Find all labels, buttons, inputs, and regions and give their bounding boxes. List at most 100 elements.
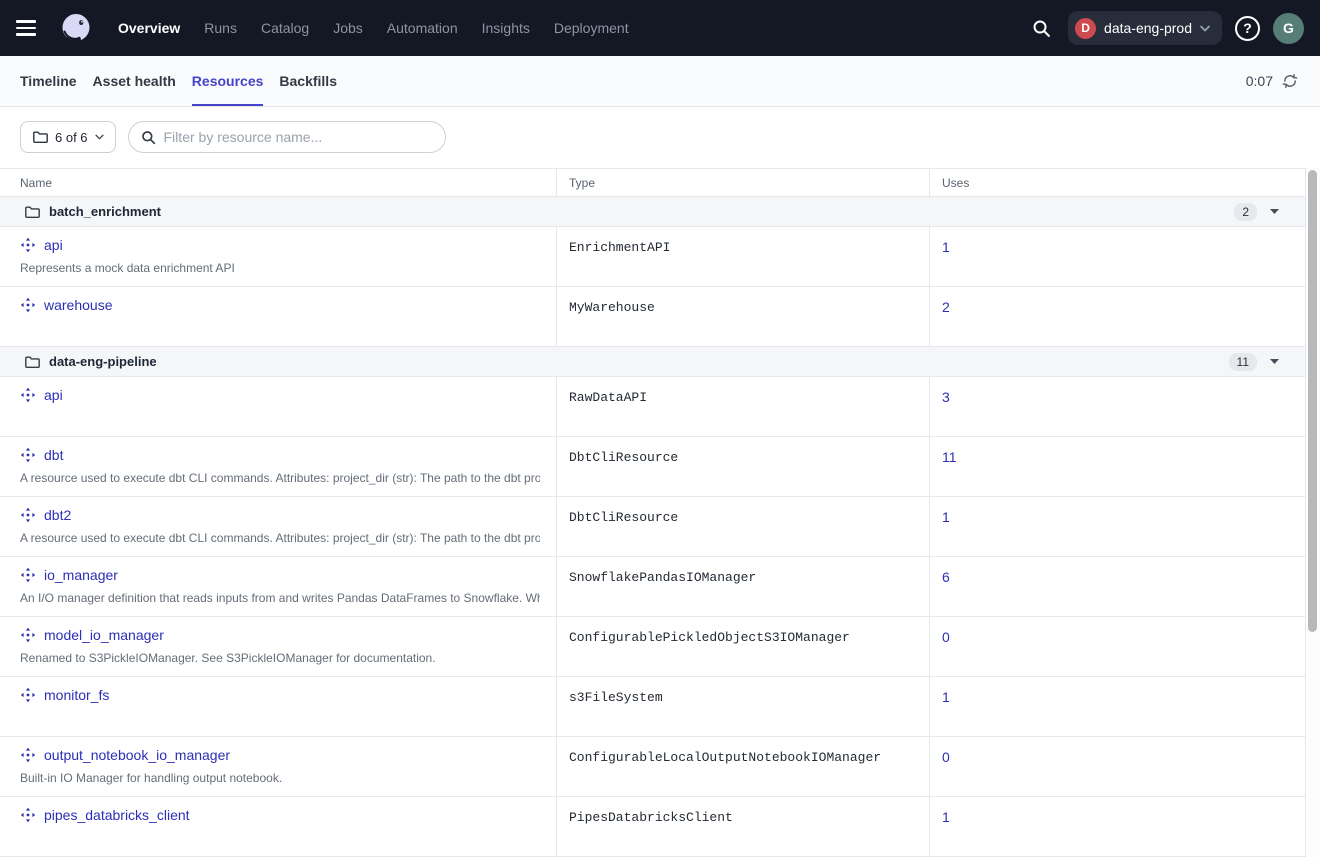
group-name: batch_enrichment [49,204,161,219]
resource-name-link[interactable]: monitor_fs [44,687,109,703]
menu-icon[interactable] [16,14,44,42]
resource-search-input[interactable] [164,129,433,145]
resource-uses-link[interactable]: 0 [942,749,950,765]
resource-description: Renamed to S3PickleIOManager. See S3Pick… [20,651,540,665]
scrollbar-track[interactable] [1306,168,1320,857]
resource-uses-link[interactable]: 6 [942,569,950,585]
resource-description: An I/O manager definition that reads inp… [20,591,540,605]
collapse-caret-icon[interactable] [1270,209,1279,214]
resource-description: Represents a mock data enrichment API [20,261,540,275]
folder-icon [32,129,48,145]
resource-type: EnrichmentAPI [557,227,930,286]
resource-name-link[interactable]: dbt [44,447,63,463]
nav-item-deployment[interactable]: Deployment [554,20,629,36]
resource-name-link[interactable]: pipes_databricks_client [44,807,190,823]
tab-backfills[interactable]: Backfills [279,56,337,106]
resource-name-link[interactable]: warehouse [44,297,113,313]
resource-name-link[interactable]: model_io_manager [44,627,164,643]
resource-type: PipesDatabricksClient [557,797,930,856]
resource-type: s3FileSystem [557,677,930,736]
filter-bar: 6 of 6 [0,107,1320,168]
top-navbar: Overview Runs Catalog Jobs Automation Insight… [0,0,1320,56]
resource-name-link[interactable]: dbt2 [44,507,71,523]
resource-name-link[interactable]: io_manager [44,567,118,583]
nav-item-automation[interactable]: Automation [387,20,458,36]
resource-uses-link[interactable]: 2 [942,299,950,315]
collapse-caret-icon[interactable] [1270,359,1279,364]
resource-icon [20,447,36,463]
resource-icon [20,387,36,403]
nav-item-insights[interactable]: Insights [482,20,530,36]
nav-item-catalog[interactable]: Catalog [261,20,309,36]
group-name: data-eng-pipeline [49,354,157,369]
resource-name-link[interactable]: output_notebook_io_manager [44,747,230,763]
resource-uses-link[interactable]: 3 [942,389,950,405]
resource-name-link[interactable]: api [44,237,63,253]
workspace-name: data-eng-prod [1104,20,1192,36]
nav-right: D data-eng-prod ? G [1027,11,1304,45]
dagster-logo-icon[interactable] [58,10,94,46]
tab-asset-health[interactable]: Asset health [93,56,176,106]
refresh-timer: 0:07 [1246,73,1273,89]
resource-name-link[interactable]: api [44,387,63,403]
help-icon[interactable]: ? [1235,16,1260,41]
resource-group-row-data-eng-pipeline[interactable]: data-eng-pipeline 11 [0,347,1306,377]
resource-search-box [128,121,446,153]
resource-row: api RawDataAPI 3 [0,377,1306,437]
workspace-switcher[interactable]: D data-eng-prod [1068,11,1222,45]
resource-type: RawDataAPI [557,377,930,436]
resource-row: pipes_databricks_client PipesDatabricksC… [0,797,1306,857]
resource-icon [20,237,36,253]
resource-uses-link[interactable]: 1 [942,509,950,525]
nav-items: Overview Runs Catalog Jobs Automation Insight… [118,20,629,36]
repo-filter-button[interactable]: 6 of 6 [20,121,116,153]
resource-row: model_io_manager Renamed to S3PickleIOMa… [0,617,1306,677]
resource-icon [20,687,36,703]
resource-row: dbt A resource used to execute dbt CLI c… [0,437,1306,497]
scrollbar-thumb[interactable] [1308,170,1317,632]
resource-row: monitor_fs s3FileSystem 1 [0,677,1306,737]
nav-item-runs[interactable]: Runs [204,20,237,36]
tabs: Timeline Asset health Resources Backfills [20,56,337,106]
resource-icon [20,567,36,583]
resource-icon [20,507,36,523]
search-icon[interactable] [1027,14,1055,42]
resources-table: Name Type Uses batch_enrichment 2 [0,168,1306,857]
resource-type: SnowflakePandasIOManager [557,557,930,616]
nav-item-jobs[interactable]: Jobs [333,20,363,36]
user-avatar[interactable]: G [1273,13,1304,44]
resource-row: warehouse MyWarehouse 2 [0,287,1306,347]
resource-description: A resource used to execute dbt CLI comma… [20,471,540,485]
resource-type: ConfigurablePickledObjectS3IOManager [557,617,930,676]
resource-icon [20,807,36,823]
nav-item-overview[interactable]: Overview [118,20,180,36]
table-header: Name Type Uses [0,168,1306,197]
resource-icon [20,297,36,313]
tab-resources[interactable]: Resources [192,56,264,106]
chevron-down-icon [1200,25,1210,32]
workspace-initial-badge: D [1075,18,1096,39]
search-icon [141,130,156,145]
resource-uses-link[interactable]: 1 [942,809,950,825]
resource-row: output_notebook_io_manager Built-in IO M… [0,737,1306,797]
resource-uses-link[interactable]: 11 [942,449,957,465]
group-count-badge: 11 [1229,353,1257,371]
resource-row: api Represents a mock data enrichment AP… [0,227,1306,287]
resource-uses-link[interactable]: 1 [942,689,950,705]
column-header-name: Name [0,169,557,196]
repo-filter-label: 6 of 6 [55,130,88,145]
column-header-uses: Uses [930,169,1306,196]
resource-icon [20,747,36,763]
resource-uses-link[interactable]: 0 [942,629,950,645]
resource-uses-link[interactable]: 1 [942,239,950,255]
tab-bar: Timeline Asset health Resources Backfills 0… [0,56,1320,107]
column-header-type: Type [557,169,930,196]
resource-type: ConfigurableLocalOutputNotebookIOManager [557,737,930,796]
resource-icon [20,627,36,643]
refresh-icon[interactable] [1282,73,1298,89]
chevron-down-icon [95,134,104,140]
resource-type: MyWarehouse [557,287,930,346]
resource-description: A resource used to execute dbt CLI comma… [20,531,540,545]
tab-timeline[interactable]: Timeline [20,56,77,106]
resource-group-row-batch-enrichment[interactable]: batch_enrichment 2 [0,197,1306,227]
